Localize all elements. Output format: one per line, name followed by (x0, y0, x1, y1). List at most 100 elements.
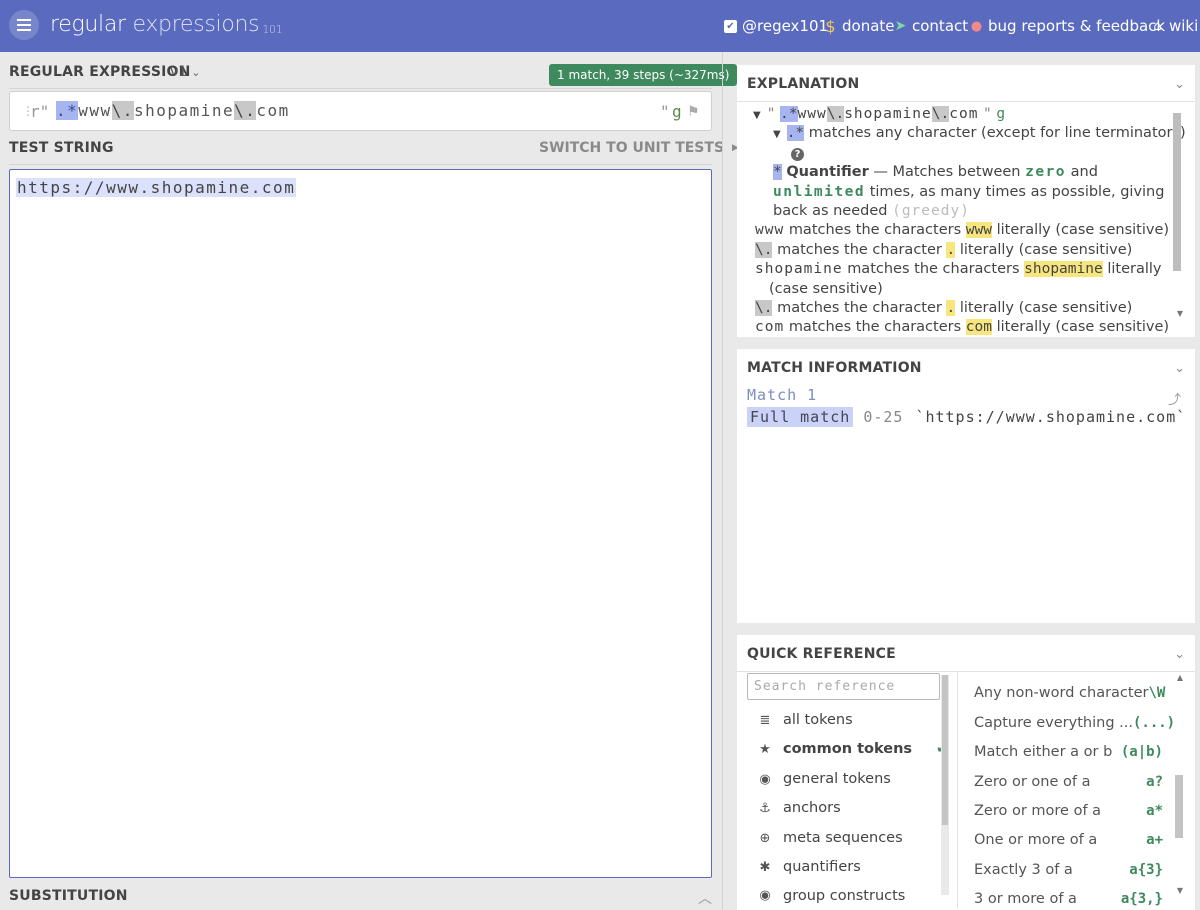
reference-desc: Match either a or b (974, 744, 1113, 760)
divider (957, 672, 958, 908)
category-meta-sequences[interactable]: ⊕ meta sequences (757, 830, 903, 846)
reference-token: a{3} (1129, 862, 1163, 878)
chevron-up-icon[interactable]: ︿ (698, 888, 712, 908)
category-scrollbar-thumb[interactable] (942, 675, 948, 825)
contact-link-label: contact (912, 17, 969, 35)
twitter-icon: ✔ (724, 19, 737, 33)
paper-plane-icon: ➤ (894, 17, 907, 34)
reference-item[interactable]: Zero or more of a a* (974, 803, 1163, 819)
tree-text: — Matches between (873, 164, 1021, 181)
tree-node[interactable]: www matches the characters www literally… (755, 221, 1169, 240)
top-header: regular expressions 101 ✔ @regex101 $ don… (0, 0, 1200, 52)
wiki-link[interactable]: ⌂ wiki (1151, 17, 1198, 35)
quick-reference-panel: QUICK REFERENCE ⌄ Search reference ≣ all … (737, 635, 1195, 910)
divider (737, 671, 1195, 672)
match-information-panel: MATCH INFORMATION ⌄ Match 1 ⤴ Full match… (737, 349, 1195, 623)
substitution-title[interactable]: SUBSTITUTION (9, 888, 128, 904)
tree-node-root[interactable]: ▼ " .*www\.shopamine\.com " g (753, 105, 1005, 125)
category-all-tokens[interactable]: ≣ all tokens (757, 712, 853, 728)
tree-bold: Quantifier (786, 164, 869, 181)
chevron-down-icon[interactable]: ⌄ (1174, 647, 1185, 662)
tree-text-line: back as needed (greedy) (773, 202, 970, 221)
help-icon[interactable]: ? (791, 144, 804, 163)
reference-desc: 3 or more of a (974, 891, 1077, 907)
flag-icon[interactable]: ⚑ (687, 104, 700, 120)
search-reference-input[interactable]: Search reference (747, 673, 940, 700)
reference-item[interactable]: 3 or more of a a{3,} (974, 891, 1163, 910)
tree-green: zero (1025, 164, 1067, 181)
tree-token: www (755, 222, 785, 239)
donate-link[interactable]: $ donate (824, 17, 894, 35)
reference-item[interactable]: Any non-word character \W (974, 685, 1166, 701)
reference-item[interactable]: Exactly 3 of a a{3} (974, 862, 1163, 878)
tree-text: and (1070, 164, 1098, 181)
app-logo[interactable]: regular expressions 101 (50, 12, 283, 37)
tree-text: matches the character (777, 241, 942, 258)
regex-input[interactable]: ⋮ r" .*www\.shopamine\.com " g ⚑ (9, 91, 712, 131)
category-label: all tokens (783, 712, 853, 728)
chevron-down-icon: ⌄ (191, 65, 201, 79)
scrollbar-thumb[interactable] (1173, 113, 1181, 271)
twitter-link[interactable]: ✔ @regex101 (724, 17, 828, 35)
tree-text: matches the characters (847, 261, 1020, 278)
contact-link[interactable]: ➤ contact (894, 17, 969, 35)
quote: " (766, 106, 776, 122)
editor-panel: REGULAR EXPRESSION v1 ⌄ 1 match, 39 step… (0, 52, 739, 910)
tree-token: com (755, 319, 785, 336)
reference-item[interactable]: Capture everything ... (...) (974, 715, 1175, 731)
reference-token: \W (1148, 685, 1166, 701)
tree-text: literally (case sensitive) (996, 222, 1170, 239)
category-label: common tokens (783, 741, 913, 757)
tree-token: shopamine (844, 106, 932, 122)
match-stats-badge: 1 match, 39 steps (~327ms) (549, 64, 738, 86)
star-icon: ★ (759, 741, 771, 757)
switch-unit-tests-button[interactable]: SWITCH TO UNIT TESTS ▶ (539, 140, 739, 156)
regex-token: .* (56, 101, 79, 120)
regex-text[interactable]: .*www\.shopamine\.com (56, 101, 290, 120)
tree-text: literally (case sensitive) (959, 300, 1133, 316)
tree-token: com (949, 106, 979, 122)
tree-text: matches any character (except for line t… (808, 125, 1186, 142)
reference-scrollbar-thumb[interactable] (1175, 775, 1183, 838)
reference-item[interactable]: One or more of a a+ (974, 832, 1163, 848)
regex-flags[interactable]: g (672, 102, 682, 121)
category-label: meta sequences (783, 830, 903, 846)
reference-desc: One or more of a (974, 832, 1098, 848)
reference-item[interactable]: Match either a or b (a|b) (974, 744, 1163, 760)
category-quantifiers[interactable]: ✱ quantifiers (757, 859, 861, 875)
bug-reports-link[interactable]: ● bug reports & feedback (970, 17, 1165, 35)
share-icon[interactable]: ⤴ (1168, 389, 1181, 408)
logo-version: 101 (262, 23, 283, 36)
tree-token: .* (786, 125, 805, 142)
switch-unit-tests-label: SWITCH TO UNIT TESTS (539, 140, 725, 156)
tree-node[interactable]: \. matches the character . literally (ca… (755, 299, 1132, 318)
tree-node[interactable]: \. matches the character . literally (ca… (755, 241, 1132, 260)
tree-node[interactable]: shopamine matches the characters shopami… (755, 260, 1161, 279)
tree-node[interactable]: com matches the characters com literally… (755, 318, 1169, 337)
tree-text: literally (case sensitive) (959, 241, 1133, 258)
category-common-tokens[interactable]: ★common tokens✔ (757, 741, 948, 757)
chevron-down-icon[interactable]: ⌄ (1174, 361, 1185, 376)
regex-token: shopamine (133, 101, 235, 120)
scroll-down-icon[interactable]: ▼ (1177, 309, 1183, 318)
tree-node-dot[interactable]: ▼ .* matches any character (except for li… (773, 124, 1186, 144)
version-selector[interactable]: v1 ⌄ (170, 64, 200, 80)
chevron-down-icon[interactable]: ⌄ (1174, 77, 1185, 92)
category-anchors[interactable]: ⚓ anchors (757, 800, 840, 816)
panel-splitter[interactable] (722, 52, 723, 910)
scroll-down-icon[interactable]: ▼ (1177, 886, 1183, 895)
tree-flag: g (996, 106, 1006, 122)
tree-text-line: * Quantifier — Matches between zero and (773, 163, 1098, 182)
reference-desc: Zero or one of a (974, 774, 1091, 790)
reference-item[interactable]: Zero or one of a a? (974, 774, 1163, 790)
menu-button[interactable] (9, 10, 39, 40)
category-group-constructs[interactable]: ◉ group constructs (757, 888, 905, 908)
reference-desc: Exactly 3 of a (974, 862, 1073, 878)
category-general-tokens[interactable]: ◉ general tokens (757, 771, 891, 787)
scroll-up-icon[interactable]: ▲ (1177, 673, 1183, 682)
github-icon: ● (970, 18, 983, 34)
category-label: group constructs (783, 888, 906, 904)
divider (737, 101, 1195, 102)
test-string-input[interactable]: https://www.shopamine.com (9, 169, 712, 878)
version-label: v1 (170, 64, 188, 80)
